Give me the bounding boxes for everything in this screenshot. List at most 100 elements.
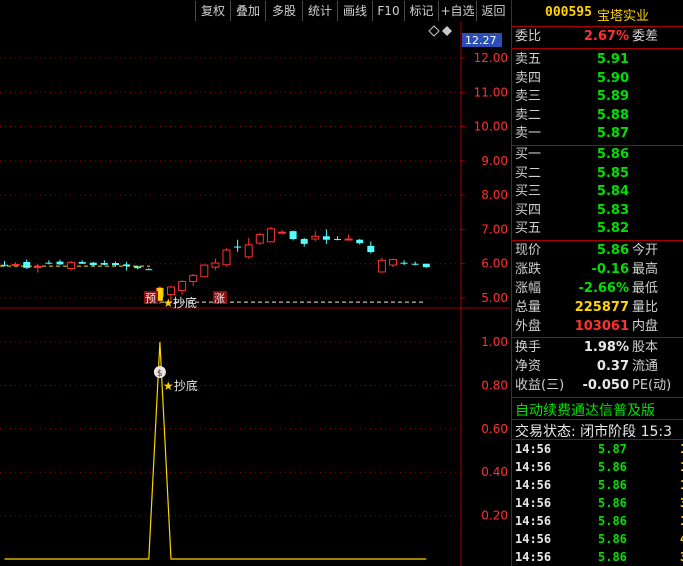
quote-row-value: 5.86: [596, 243, 629, 258]
signal-label: 抄底: [173, 295, 197, 310]
candle-body: [123, 264, 131, 267]
candle-body: [278, 231, 286, 234]
bid-row: 买三 5.84: [512, 183, 683, 201]
quote-row: 涨跌 -0.16 最高: [512, 261, 683, 279]
ask-row-value: 5.90: [596, 70, 629, 86]
candle-body: [322, 236, 330, 240]
divider: [512, 48, 683, 49]
tick-price: 5.86: [598, 550, 627, 564]
tick-time: 14:56: [515, 514, 552, 528]
candle-body: [89, 262, 97, 266]
kline-chart[interactable]: 12.00 11.00 10.00 9.00 8.00 7.00 6.00 5.00 1.00 0…: [0, 22, 510, 566]
signal-label: 抄底: [174, 378, 198, 393]
toolbar-button[interactable]: F10: [372, 1, 404, 21]
toolbar-button[interactable]: 叠加: [230, 1, 265, 21]
ask-row-label: 卖一: [515, 126, 542, 141]
divider: [512, 419, 683, 420]
y-tick-label: 7.00: [481, 222, 508, 236]
quote-row-value: -2.66%: [578, 281, 630, 296]
candle-body: [100, 263, 108, 265]
y-tick-label: 0.60: [481, 422, 508, 436]
candle-body: [422, 263, 430, 268]
ask-row-value: 5.91: [596, 52, 629, 67]
y-tick-label: 1.00: [481, 335, 508, 349]
promo-link[interactable]: 自动续费通达信普及版: [515, 400, 655, 420]
candle-body: [234, 246, 242, 248]
candle-body: [356, 239, 364, 244]
tick-time: 14:56: [515, 442, 552, 456]
candle-body: [33, 265, 42, 268]
toolbar-button[interactable]: 标记: [404, 1, 438, 21]
quote-row-label: 现价: [515, 243, 542, 258]
diamond-icon: [428, 25, 440, 37]
quote-panel: 000595 宝塔实业 委比 2.67% 委差 卖五 5.91 卖四 5.90 卖三 5.…: [511, 0, 683, 566]
bid-row: 买一 5.86: [512, 146, 683, 164]
toolbar-button[interactable]: 画线: [337, 1, 372, 21]
toolbar-button[interactable]: 复权: [195, 1, 230, 21]
candle-body: [334, 239, 341, 241]
candle-body: [200, 264, 209, 278]
fundamental-row-label: 收益(三): [515, 378, 565, 393]
tick-row: 14:565.863: [512, 548, 683, 566]
candle-body: [377, 259, 386, 273]
quote-row-label2: 今开: [632, 243, 659, 258]
candle-body: [112, 263, 119, 266]
ask-row-label: 卖二: [515, 107, 542, 123]
order-ratio-value: 2.67%: [583, 29, 629, 44]
candle-body: [344, 238, 353, 241]
fundamental-row-label2: PE(动): [632, 378, 672, 393]
y-tick-label: 0.80: [481, 378, 508, 392]
quote-row-label: 总量: [515, 300, 542, 315]
fundamental-row-value: -0.050: [582, 378, 629, 393]
order-ratio-label: 委比: [515, 29, 542, 44]
ask-row-label: 卖五: [515, 52, 542, 67]
candle-body: [222, 249, 231, 266]
candle-body: [134, 266, 142, 269]
tick-price: 5.86: [598, 514, 627, 528]
tick-row: 14:565.861: [512, 458, 683, 476]
fundamental-row: 换手 1.98% 股本: [512, 339, 683, 357]
ask-row-value: 5.89: [596, 89, 629, 104]
kline-chart-area[interactable]: 12.00 11.00 10.00 9.00 8.00 7.00 6.00 5.00 1.00 0…: [0, 22, 510, 566]
tick-time: 14:56: [515, 478, 552, 492]
order-ratio-row: 委比 2.67% 委差: [512, 28, 683, 46]
chart-toolbar: 复权 叠加 多股 统计 画线 F10 标记 +自选 返回: [0, 0, 510, 22]
quote-row-value: -0.16: [591, 262, 629, 277]
y-tick-label: 12.00: [474, 51, 508, 65]
y-tick-label: 8.00: [481, 188, 508, 202]
quote-row-value: 225877: [574, 300, 629, 315]
tick-price: 5.87: [598, 442, 627, 456]
candle-body: [289, 231, 297, 240]
quote-row-label: 涨幅: [515, 281, 542, 296]
trade-state: 交易状态: 闭市阶段 15:3: [515, 424, 673, 440]
candle-body: [211, 262, 220, 268]
y-tick-label: 9.00: [481, 154, 508, 168]
toolbar-button[interactable]: 返回: [476, 1, 510, 21]
candle-body: [266, 228, 275, 243]
toolbar-button[interactable]: +自选: [438, 1, 476, 21]
y-tick-label: 0.20: [481, 509, 508, 523]
fundamental-row: 收益(三) -0.050 PE(动): [512, 377, 683, 395]
ask-row: 卖五 5.91: [512, 51, 683, 69]
candle-body: [178, 281, 187, 291]
ask-row-label: 卖三: [515, 89, 542, 104]
toolbar-button[interactable]: 统计: [302, 1, 337, 21]
fundamental-row-label: 净资: [515, 359, 542, 374]
candle-body: [45, 262, 53, 264]
y-tick-label: 0.40: [481, 465, 508, 479]
quote-row: 涨幅 -2.66% 最低: [512, 280, 683, 298]
quote-row-label: 外盘: [515, 319, 542, 334]
fundamental-row: 净资 0.37 流通: [512, 358, 683, 376]
candle-body: [67, 261, 76, 270]
tick-row: 14:565.864: [512, 530, 683, 548]
tick-price: 5.86: [598, 460, 627, 474]
candle-body: [311, 235, 320, 240]
quote-row-label: 涨跌: [515, 262, 542, 277]
candle-body: [367, 245, 375, 253]
ask-row-value: 5.87: [596, 126, 629, 141]
tick-row: 14:565.8617: [512, 512, 683, 530]
quote-row-label2: 量比: [632, 300, 659, 315]
tick-row: 14:565.8631: [512, 494, 683, 512]
toolbar-button[interactable]: 多股: [265, 1, 302, 21]
candle-body: [167, 286, 175, 296]
